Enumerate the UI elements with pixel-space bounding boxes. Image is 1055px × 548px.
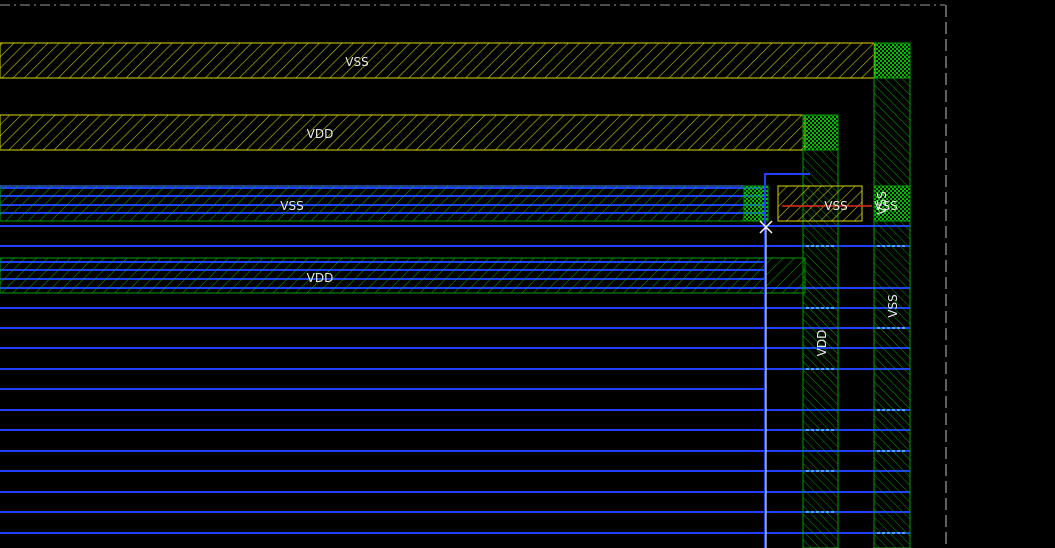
label-stripe-vdd: VDD bbox=[815, 330, 829, 357]
label-stripe-vss: VSS bbox=[886, 294, 900, 317]
rail-vdd-top[interactable] bbox=[0, 114, 806, 151]
layout-canvas[interactable]: VSS VDD VSS VDD VSS VSS VSS VDD VSS bbox=[0, 0, 1055, 548]
label-pin-vss-c: VSS bbox=[875, 191, 889, 214]
label-rail-vss-top: VSS bbox=[345, 55, 368, 69]
via-vss-top bbox=[873, 42, 911, 79]
rail-vdd-mid[interactable] bbox=[0, 257, 806, 294]
label-rail-vdd-mid: VDD bbox=[307, 271, 334, 285]
label-rail-vdd-top: VDD bbox=[307, 127, 334, 141]
metal-tracks bbox=[0, 187, 910, 534]
pin-box-vss[interactable] bbox=[777, 185, 863, 222]
label-pin-vss-a: VSS bbox=[824, 199, 847, 213]
via-vdd-top bbox=[802, 114, 839, 151]
rail-vss-top[interactable] bbox=[0, 42, 876, 79]
rail-vss-mid[interactable] bbox=[0, 185, 761, 222]
label-rail-vss-mid: VSS bbox=[280, 199, 303, 213]
